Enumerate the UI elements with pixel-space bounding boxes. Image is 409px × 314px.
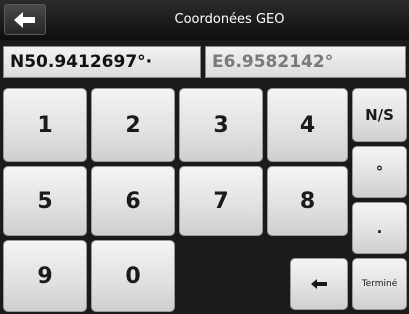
done-button[interactable]: Terminé <box>352 258 407 310</box>
latitude-field[interactable]: N50.9412697°· <box>3 46 201 78</box>
ns-toggle-button[interactable]: N/S <box>352 88 407 142</box>
backspace-button[interactable] <box>290 258 348 310</box>
key-9[interactable]: 9 <box>3 240 87 312</box>
key-6[interactable]: 6 <box>91 166 175 236</box>
key-1[interactable]: 1 <box>3 88 87 162</box>
key-4[interactable]: 4 <box>267 88 348 162</box>
arrow-left-icon <box>14 11 35 28</box>
page-title: Coordonées GEO <box>174 12 285 27</box>
key-3[interactable]: 3 <box>179 88 263 162</box>
key-8[interactable]: 8 <box>267 166 348 236</box>
coordinate-fields: N50.9412697°· E6.9582142° <box>0 40 409 86</box>
decimal-point-button[interactable]: . <box>352 202 407 254</box>
key-0[interactable]: 0 <box>91 240 175 312</box>
longitude-field[interactable]: E6.9582142° <box>205 46 406 78</box>
title-bar: Coordonées GEO <box>0 0 409 40</box>
key-7[interactable]: 7 <box>179 166 263 236</box>
key-5[interactable]: 5 <box>3 166 87 236</box>
degree-button[interactable]: ° <box>352 146 407 198</box>
back-button[interactable] <box>4 4 46 35</box>
key-2[interactable]: 2 <box>91 88 175 162</box>
backspace-arrow-icon <box>311 279 327 289</box>
